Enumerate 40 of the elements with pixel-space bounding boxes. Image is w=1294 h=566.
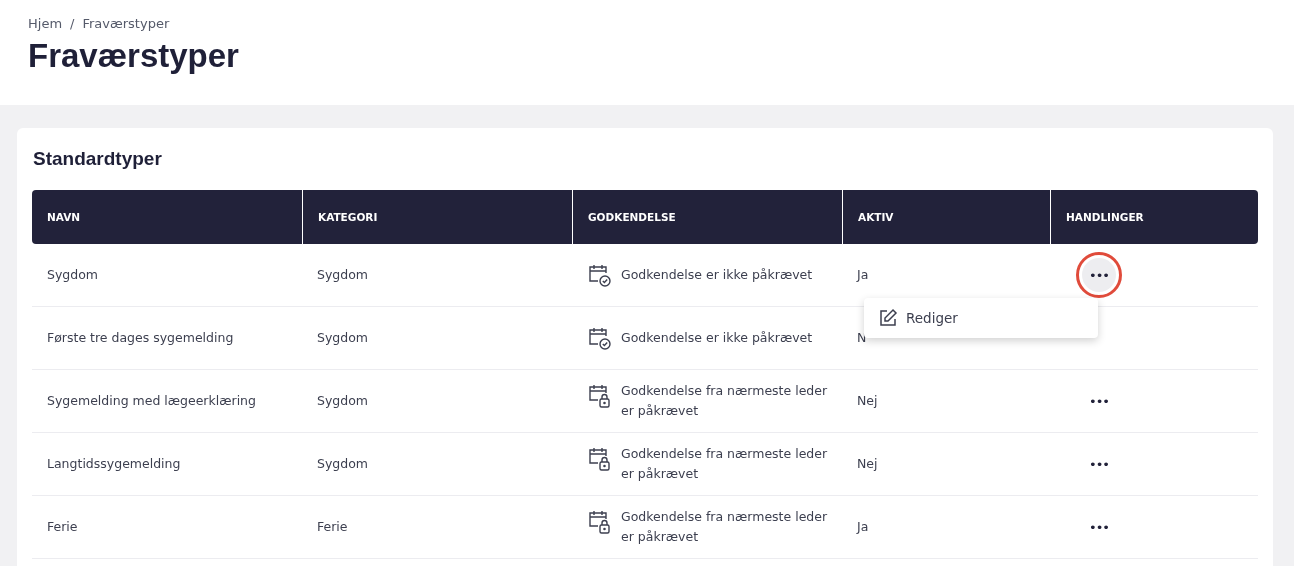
table-cell-text: Ferie [317,518,348,536]
table-cell-text: Sygemelding med lægeerklæring [47,392,256,410]
table-cell-text: Langtidssygemelding [47,455,181,473]
column-header: HANDLINGER [1050,190,1257,244]
column-header: NAVN [46,210,82,225]
calendar-lock-icon [587,509,613,535]
table-cell-text: Godkendelse fra nærmeste leder er påkrævet [621,382,829,420]
more-actions-button[interactable]: ••• [1082,384,1116,418]
column-header: AKTIV [842,190,1050,244]
column-header: KATEGORI [302,190,572,244]
more-actions-button[interactable]: ••• [1082,510,1116,544]
table-cell-text: N [857,329,867,347]
section-title: Standardtyper [33,148,163,170]
table-cell-text: Godkendelse er ikke påkrævet [621,329,814,347]
table-cell-text: Sygdom [317,392,369,410]
table-cell-text: Sygdom [317,266,369,284]
breadcrumb-separator: / [70,16,75,31]
breadcrumb-link[interactable]: Fraværstyper [82,16,170,31]
table-cell-text: Nej [857,392,878,410]
calendar-check-icon [587,325,613,351]
table-cell-text: Sygdom [317,455,369,473]
table-cell-text: Sygdom [47,266,99,284]
table-cell-text: Sygdom [317,329,369,347]
calendar-lock-icon [587,383,613,409]
table-cell-text: Ferie [47,518,78,536]
calendar-check-icon [587,262,613,288]
edit-icon [878,308,898,328]
menu-item[interactable]: Rediger [864,308,972,328]
calendar-lock-icon [587,446,613,472]
table-cell-text: Nej [857,455,878,473]
page-title: Fraværstyper [28,37,240,75]
column-header: GODKENDELSE [572,190,842,244]
table-cell-text: Godkendelse fra nærmeste leder er påkrævet [621,508,829,546]
table-cell-text: Godkendelse er ikke påkrævet [621,266,814,284]
table-cell-text: Godkendelse fra nærmeste leder er påkrævet [621,445,829,483]
table-cell-text: Første tre dages sygemelding [47,329,234,347]
table-cell-text: Ja [857,518,869,536]
more-actions-button[interactable]: ••• [1082,447,1116,481]
table-cell-text: Ja [857,266,869,284]
breadcrumb-link[interactable]: Hjem [28,16,63,31]
